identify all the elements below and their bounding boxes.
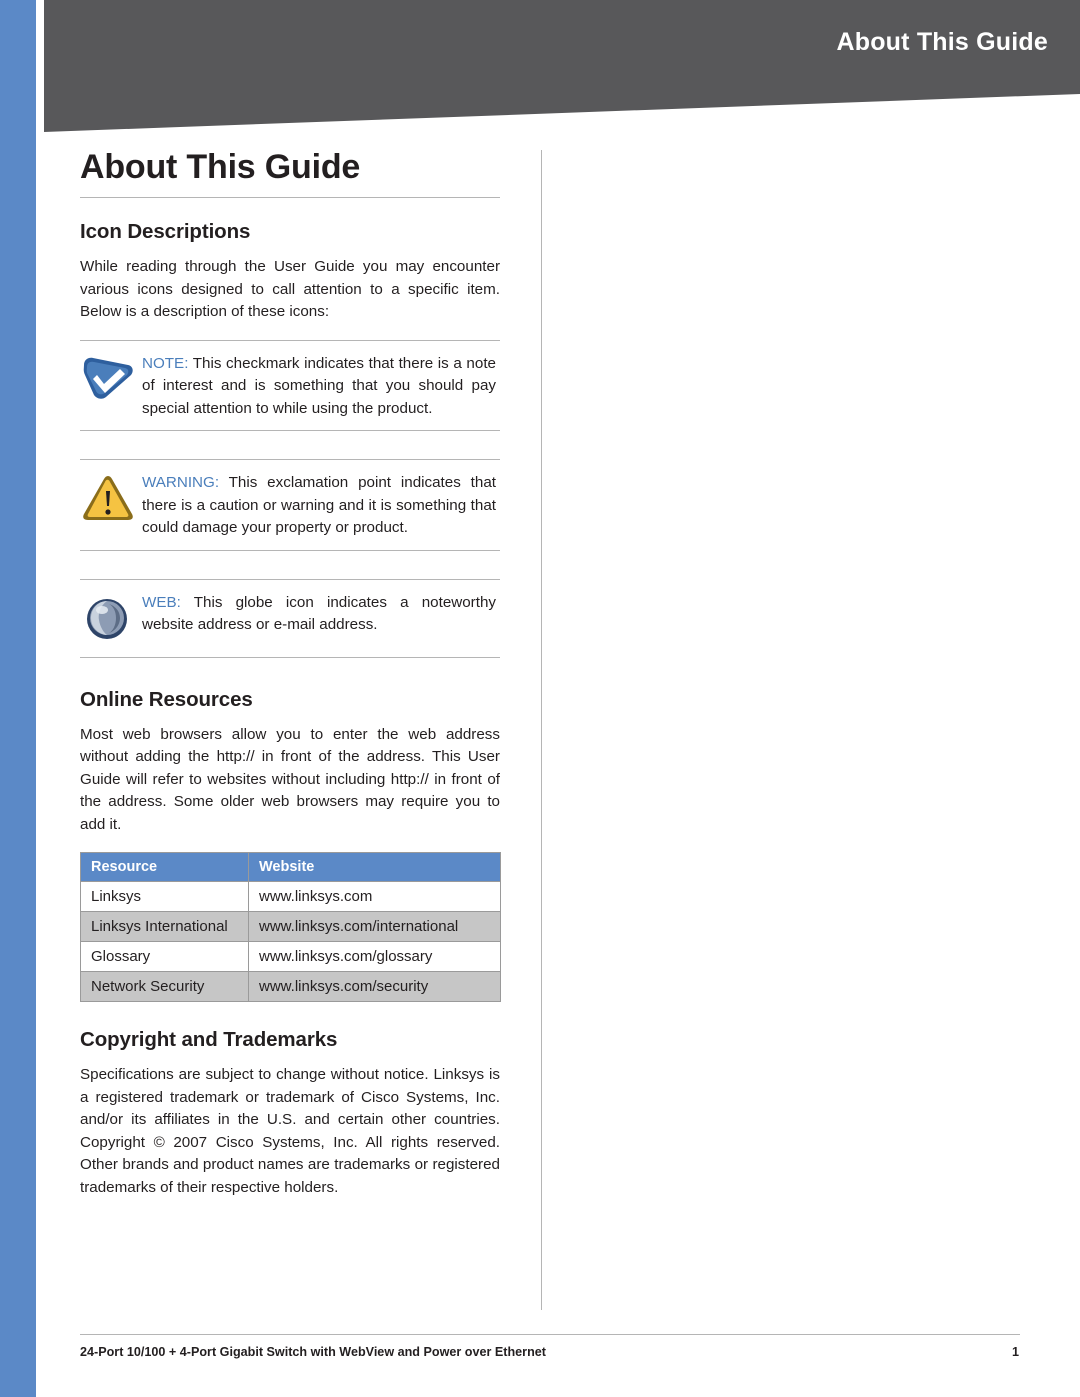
table-row: Glossary www.linksys.com/glossary — [80, 941, 501, 972]
header-title: About This Guide — [836, 28, 1048, 56]
web-text: WEB: This globe icon indicates a notewor… — [142, 592, 500, 637]
table-row: Linksys www.linksys.com — [80, 881, 501, 912]
cell-resource: Glossary — [80, 941, 249, 972]
table-row: Linksys International www.linksys.com/in… — [80, 911, 501, 942]
note-body: This checkmark indicates that there is a… — [142, 354, 496, 417]
left-edge-bar — [0, 0, 44, 1397]
icon-descriptions-intro: While reading through the User Guide you… — [80, 258, 500, 320]
web-box: WEB: This globe icon indicates a notewor… — [80, 578, 500, 658]
page-title: About This Guide — [80, 148, 361, 186]
cell-website: www.linksys.com/security — [248, 971, 501, 1002]
online-resources-paragraph: Most web browsers allow you to enter the… — [80, 725, 500, 833]
page-title-rule — [80, 197, 500, 198]
footer-page-number: 1 — [1012, 1345, 1020, 1359]
page-header-band — [44, 0, 1080, 132]
cell-website: www.linksys.com — [248, 881, 501, 912]
note-box-bottom-rule — [80, 430, 500, 431]
column-header-website: Website — [248, 852, 501, 882]
icon-note-group: NOTE: This checkmark indicates that ther… — [80, 339, 500, 658]
web-globe-icon — [80, 592, 142, 647]
table-row: Network Security www.linksys.com/securit… — [80, 971, 501, 1002]
web-box-bottom-rule — [80, 656, 500, 658]
online-resources-table: Resource Website Linksys www.linksys.com… — [80, 852, 501, 1002]
left-edge-bar-inner-stripe — [36, 0, 44, 1397]
cell-website: www.linksys.com/international — [248, 911, 501, 942]
table-header-row: Resource Website — [80, 852, 501, 882]
section-heading-online-resources: Online Resources — [80, 687, 253, 711]
note-box: NOTE: This checkmark indicates that ther… — [80, 339, 500, 431]
web-body: This globe icon indicates a noteworthy w… — [142, 593, 496, 634]
cell-resource: Network Security — [80, 971, 249, 1002]
section-heading-copyright: Copyright and Trademarks — [80, 1028, 338, 1051]
cell-resource: Linksys International — [80, 911, 249, 942]
footer-rule — [80, 1334, 1020, 1335]
warning-label: WARNING: — [142, 474, 220, 491]
footer-text: 24-Port 10/100 + 4-Port Gigabit Switch w… — [80, 1345, 546, 1359]
note-checkmark-icon — [80, 353, 142, 408]
warning-exclamation-icon — [80, 472, 142, 527]
warning-box-bottom-rule — [80, 549, 500, 551]
web-label: WEB: — [142, 593, 181, 611]
column-header-resource: Resource — [80, 852, 249, 882]
copyright-paragraph: Specifications are subject to change wit… — [80, 1066, 500, 1196]
warning-text: WARNING: This exclamation point indicate… — [142, 472, 500, 540]
warning-box: WARNING: This exclamation point indicate… — [80, 459, 500, 551]
column-divider — [541, 150, 542, 1310]
note-text: NOTE: This checkmark indicates that ther… — [142, 353, 500, 421]
cell-website: www.linksys.com/glossary — [248, 941, 501, 972]
note-label: NOTE: — [142, 354, 189, 372]
cell-resource: Linksys — [80, 881, 249, 912]
section-heading-icon-descriptions: Icon Descriptions — [80, 220, 251, 243]
main-content-column: About This Guide Icon Descriptions While… — [80, 148, 501, 1215]
